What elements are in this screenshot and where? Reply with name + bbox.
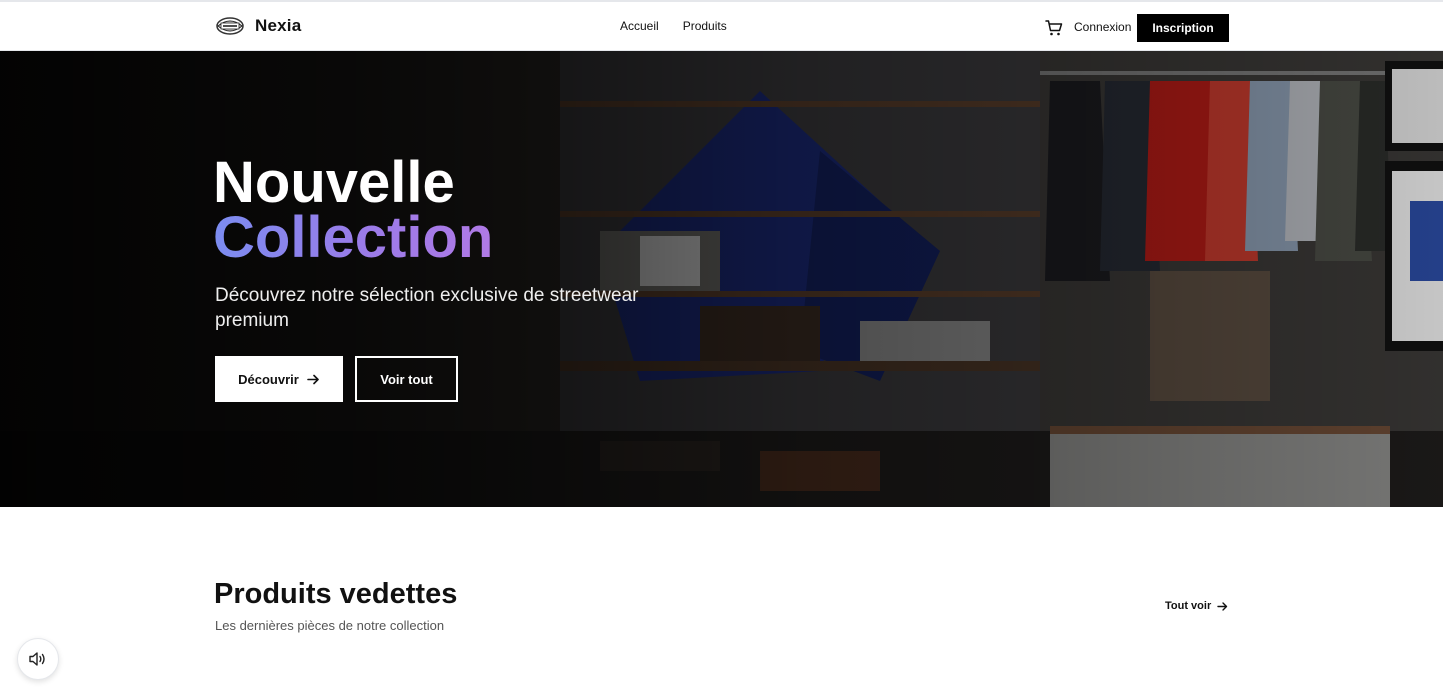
cart-icon[interactable]: [1045, 19, 1063, 37]
hero-banner: Nouvelle Collection Découvrez notre séle…: [0, 51, 1443, 507]
discover-button-label: Découvrir: [238, 371, 299, 387]
main-nav: Accueil Produits: [620, 19, 727, 33]
login-link[interactable]: Connexion: [1074, 20, 1131, 34]
brand-logo-icon: [216, 17, 244, 35]
nav-item-produits[interactable]: Produits: [683, 19, 727, 33]
site-header: Nexia Accueil Produits Connexion Inscrip…: [0, 0, 1443, 51]
discover-button[interactable]: Découvrir: [215, 356, 343, 402]
arrow-right-icon: [1217, 601, 1228, 611]
arrow-right-icon: [307, 374, 319, 384]
featured-subtitle: Les dernières pièces de notre collection: [215, 618, 445, 633]
hero-title-line2: Collection: [213, 205, 494, 270]
brand[interactable]: Nexia: [215, 14, 301, 38]
featured-title: Produits vedettes: [214, 578, 458, 610]
hero-subtitle: Découvrez notre sélection exclusive de s…: [215, 285, 639, 331]
see-all-label: Tout voir: [1165, 600, 1212, 612]
hero-title-line1: Nouvelle: [213, 150, 455, 215]
see-all-link[interactable]: Tout voir: [1165, 600, 1228, 612]
nav-item-accueil[interactable]: Accueil: [620, 19, 659, 33]
view-all-button[interactable]: Voir tout: [355, 356, 458, 402]
signup-button[interactable]: Inscription: [1137, 14, 1229, 42]
sound-toggle-button[interactable]: [17, 638, 59, 680]
speaker-icon: [29, 652, 45, 666]
hero-overlay: [0, 51, 1443, 507]
brand-name: Nexia: [255, 16, 302, 35]
